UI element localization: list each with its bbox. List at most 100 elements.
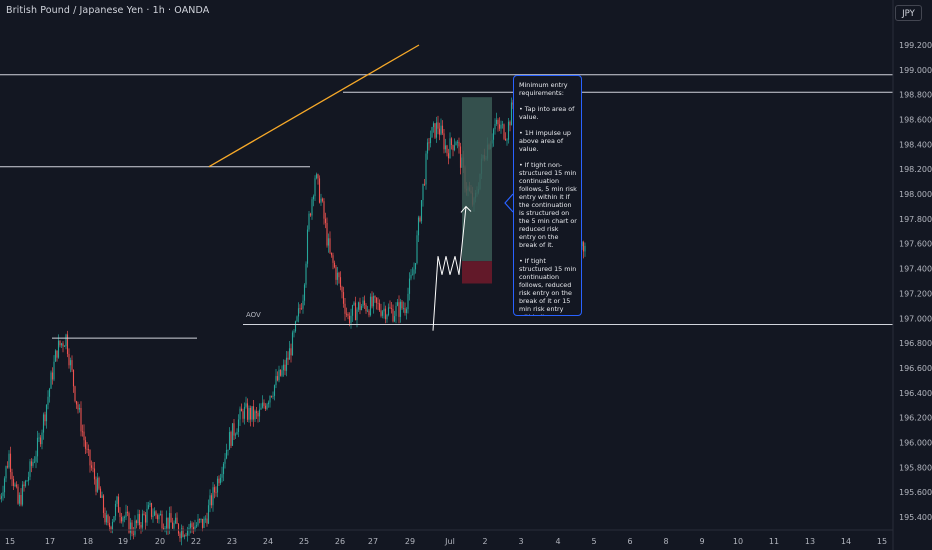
candle-body — [506, 139, 508, 141]
candle-body — [318, 178, 321, 203]
candle-body — [125, 511, 127, 518]
candle-body — [296, 316, 298, 322]
note-line: Minimum entry requirements: — [519, 81, 568, 97]
candle-body — [215, 492, 217, 494]
time-tick-label: 25 — [299, 537, 309, 546]
candle-body — [444, 145, 447, 150]
candle-body — [123, 517, 126, 518]
candle-body — [27, 476, 30, 481]
candle-body — [282, 364, 285, 371]
candle-body — [266, 404, 268, 410]
candle-body — [338, 272, 340, 278]
candle-body — [98, 477, 100, 489]
candle-body — [110, 526, 112, 530]
candle-body — [119, 512, 121, 517]
candle-body — [392, 308, 394, 322]
candle-body — [459, 146, 462, 168]
candle-body — [305, 263, 307, 285]
note-line: • Tap into area of value. — [519, 105, 575, 121]
candle-body — [423, 183, 426, 185]
candle-body — [5, 466, 7, 479]
candle-body — [320, 198, 322, 203]
time-tick-label: 26 — [335, 537, 345, 546]
candle-body — [198, 519, 201, 520]
candle-body — [77, 404, 79, 410]
time-tick-label: 24 — [263, 537, 273, 546]
candle-body — [284, 364, 286, 371]
projected-path — [432, 206, 467, 331]
candle-body — [380, 310, 382, 316]
candle-body — [431, 127, 433, 138]
candle-body — [66, 334, 69, 354]
candle-body — [408, 278, 411, 294]
candle-body — [260, 407, 262, 410]
candle-body — [254, 411, 256, 420]
candle-body — [173, 523, 175, 529]
candle-body — [242, 411, 244, 419]
candle-body — [0, 496, 3, 499]
candle-body — [120, 516, 123, 522]
candle-body — [339, 277, 342, 288]
candle-body — [26, 480, 28, 482]
candle-body — [258, 409, 261, 417]
candle-body — [219, 477, 222, 484]
candle-body — [297, 308, 300, 317]
candle-body — [141, 513, 144, 528]
candle-body — [315, 174, 318, 179]
candle-body — [348, 315, 351, 324]
candle-body — [353, 302, 355, 306]
price-tick-label: 195.600 — [899, 488, 932, 497]
candle-body — [428, 142, 430, 144]
candle-body — [60, 343, 63, 346]
candle-body — [228, 432, 231, 450]
price-chart[interactable]: 199.200 199.000 198.800 198.600 198.400 198.2… — [0, 0, 932, 550]
entry-requirements-note[interactable]: Minimum entry requirements: • Tap into a… — [513, 75, 582, 316]
time-tick-label: 6 — [627, 537, 632, 546]
time-tick-label: 4 — [555, 537, 560, 546]
candle-body — [50, 372, 52, 389]
time-tick-label: 27 — [368, 537, 378, 546]
candle-body — [134, 520, 136, 535]
candle-body — [53, 361, 55, 380]
candle-body — [167, 517, 169, 529]
price-tick-label: 198.000 — [899, 190, 932, 199]
stop-zone — [462, 261, 492, 284]
candle-body — [42, 414, 45, 433]
candle-body — [74, 386, 76, 402]
candle-body — [153, 511, 156, 516]
time-tick-label: 9 — [699, 537, 704, 546]
candle-body — [278, 369, 280, 381]
candle-body — [366, 310, 369, 312]
candle-body — [168, 513, 171, 529]
candle-body — [170, 513, 172, 523]
candle-body — [45, 404, 48, 422]
candle-body — [234, 434, 237, 436]
candle-body — [113, 516, 115, 522]
candle-body — [410, 274, 412, 279]
chart-area[interactable]: 199.200 199.000 198.800 198.600 198.400 198.2… — [0, 0, 932, 550]
currency-badge[interactable]: JPY — [895, 5, 922, 21]
candle-body — [179, 533, 181, 539]
candle-body — [356, 309, 358, 321]
candle-body — [371, 296, 373, 307]
candle-body — [68, 353, 70, 366]
drawings-layer — [208, 44, 514, 331]
candle-body — [201, 518, 204, 528]
candle-body — [399, 301, 402, 317]
candle-body — [288, 348, 291, 360]
candle-body — [162, 528, 165, 530]
candle-body — [99, 488, 102, 498]
price-tick-label: 198.600 — [899, 116, 932, 125]
candle-body — [233, 423, 235, 436]
candle-body — [200, 518, 202, 520]
candle-body — [312, 196, 315, 200]
candle-body — [216, 478, 219, 493]
candle-body — [243, 406, 246, 419]
candle-body — [239, 408, 241, 420]
candle-body — [80, 408, 82, 432]
level-lines-layer — [0, 74, 893, 339]
candle-body — [152, 515, 154, 517]
candle-body — [420, 200, 423, 222]
candle-body — [72, 369, 75, 387]
time-tick-label: 19 — [118, 537, 128, 546]
